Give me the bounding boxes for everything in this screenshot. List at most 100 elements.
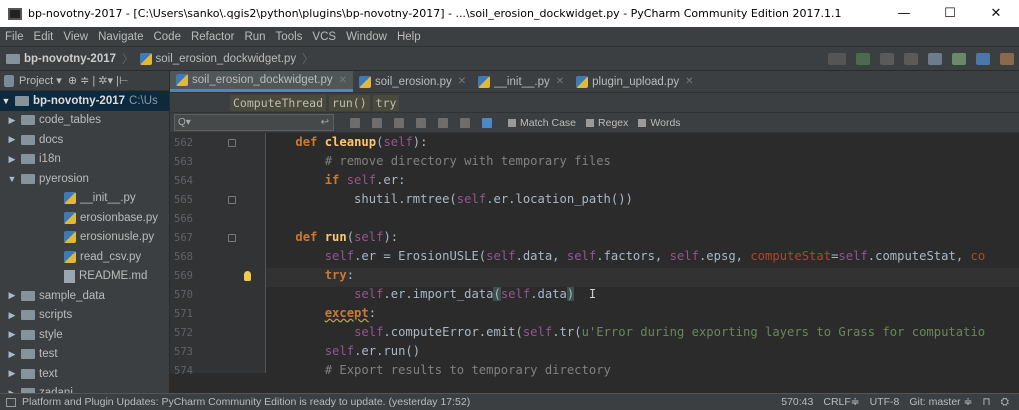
tree-item[interactable]: __init__.py	[0, 189, 169, 209]
tree-item[interactable]: ▶ style	[0, 325, 169, 345]
line-separator[interactable]: CRLF≑	[823, 396, 859, 408]
expanded-arrow-icon[interactable]: ▼	[6, 174, 18, 184]
words-checkbox[interactable]	[638, 118, 647, 127]
tree-item[interactable]: erosionbase.py	[0, 208, 169, 228]
previous-occurrence-icon[interactable]	[350, 117, 360, 128]
collapsed-arrow-icon[interactable]: ▶	[6, 368, 18, 379]
collapsed-arrow-icon[interactable]: ▶	[6, 154, 18, 165]
menu-window[interactable]: Window	[341, 31, 392, 43]
match-case-checkbox[interactable]	[508, 118, 516, 127]
collapsed-arrow-icon[interactable]: ▶	[6, 329, 18, 340]
close-tab-icon[interactable]: ✕	[339, 75, 347, 86]
tree-item[interactable]: README.md	[0, 267, 169, 287]
folder-icon	[21, 368, 35, 379]
code-editor[interactable]: 562 563 564 565 566 567 568 569 570 571 572 573 574 …	[170, 133, 1019, 377]
collapsed-arrow-icon[interactable]: ▶	[6, 134, 18, 145]
tree-item[interactable]: ▼ pyerosion	[0, 169, 169, 189]
status-message[interactable]: Platform and Plugin Updates: PyCharm Com…	[22, 396, 470, 408]
fold-icon[interactable]	[228, 139, 236, 147]
file-encoding[interactable]: UTF-8	[870, 396, 900, 408]
menu-refactor[interactable]: Refactor	[186, 31, 239, 43]
inspector-icon[interactable]: ⛭	[1001, 396, 1009, 409]
vcs-update-icon[interactable]	[928, 52, 942, 65]
breadcrumb-method[interactable]: run()	[329, 94, 370, 111]
nav-project[interactable]: bp-novotny-2017	[24, 53, 116, 65]
search-input[interactable]: Q▾ ↩	[174, 114, 334, 131]
menu-run[interactable]: Run	[239, 31, 270, 43]
select-all-icon[interactable]	[460, 117, 470, 128]
git-branch[interactable]: Git: master ≑	[909, 396, 972, 408]
tree-item[interactable]: ▶ test	[0, 345, 169, 365]
tree-root[interactable]: ▼ bp-novotny-2017 C:\Us	[0, 91, 169, 111]
tab-plugin-upload[interactable]: plugin_upload.py ✕	[570, 71, 699, 92]
tree-item[interactable]: ▶ docs	[0, 130, 169, 150]
editor-area: soil_erosion_dockwidget.py ✕ soil_erosio…	[170, 71, 1019, 393]
maximize-button[interactable]: ☐	[927, 0, 973, 27]
breadcrumb-block[interactable]: try	[372, 94, 400, 111]
tree-item[interactable]: ▶ sample_data	[0, 286, 169, 306]
close-button[interactable]: ✕	[973, 0, 1019, 27]
caret-position[interactable]: 570:43	[781, 396, 813, 408]
tab-label: plugin_upload.py	[592, 75, 680, 88]
tree-item[interactable]: ▶ scripts	[0, 306, 169, 326]
tree-item[interactable]: ▶ code_tables	[0, 111, 169, 131]
tree-item[interactable]: read_csv.py	[0, 247, 169, 267]
python-file-icon	[576, 75, 589, 88]
tree-item[interactable]: ▶zadani	[0, 384, 169, 393]
markdown-file-icon	[64, 269, 75, 283]
menu-file[interactable]: File	[0, 31, 29, 43]
run-config-dropdown-icon[interactable]	[828, 52, 846, 65]
regex-checkbox[interactable]	[586, 118, 595, 127]
close-tab-icon[interactable]: ✕	[458, 76, 466, 87]
tree-item[interactable]: ▶ text	[0, 364, 169, 384]
fold-icon[interactable]	[228, 196, 236, 204]
intention-bulb-icon[interactable]	[244, 271, 251, 281]
tree-item-label: test	[39, 348, 58, 361]
menu-navigate[interactable]: Navigate	[93, 31, 148, 43]
line-number: 569	[174, 270, 193, 282]
run-icon[interactable]	[856, 52, 870, 65]
tab-init[interactable]: __init__.py ✕	[472, 71, 570, 92]
breadcrumb-class[interactable]: ComputeThread	[230, 94, 327, 111]
collapsed-arrow-icon[interactable]: ▶	[6, 349, 18, 360]
lock-icon[interactable]: ⊓	[982, 396, 990, 408]
close-tab-icon[interactable]: ✕	[685, 76, 693, 87]
minimize-button[interactable]: —	[881, 0, 927, 27]
add-selection-icon[interactable]	[416, 117, 426, 128]
title-bar: bp-novotny-2017 - [C:\Users\sanko\.qgis2…	[0, 0, 1019, 27]
code-line: self.er.import_data(self.data) I	[354, 287, 597, 301]
collapsed-arrow-icon[interactable]: ▶	[6, 290, 18, 301]
next-occurrence-icon[interactable]	[372, 117, 382, 128]
menu-help[interactable]: Help	[392, 31, 426, 43]
tree-item[interactable]: ▶ i18n	[0, 150, 169, 170]
vcs-commit-icon[interactable]	[952, 52, 966, 65]
nav-file[interactable]: soil_erosion_dockwidget.py	[156, 53, 297, 65]
tree-item[interactable]: erosionusle.py	[0, 228, 169, 248]
debug-icon[interactable]	[880, 52, 894, 65]
filter-icon[interactable]	[482, 117, 492, 128]
tab-soil-erosion-dockwidget[interactable]: soil_erosion_dockwidget.py ✕	[170, 71, 354, 92]
code-line: shutil.rmtree(self.er.location_path())	[266, 192, 633, 206]
menu-code[interactable]: Code	[148, 31, 186, 43]
fold-icon[interactable]	[228, 234, 236, 242]
collapsed-arrow-icon[interactable]: ▶	[6, 115, 18, 126]
stop-icon[interactable]	[904, 52, 918, 65]
remove-selection-icon[interactable]	[438, 117, 448, 128]
history-icon[interactable]: ↩	[321, 117, 329, 128]
collapsed-arrow-icon[interactable]: ▶	[6, 310, 18, 321]
menu-vcs[interactable]: VCS	[307, 31, 341, 43]
close-tab-icon[interactable]: ✕	[556, 76, 564, 87]
tree-item-label: pyerosion	[39, 172, 89, 185]
find-all-icon[interactable]	[394, 117, 404, 128]
tool-windows-icon[interactable]	[6, 397, 16, 407]
revert-icon[interactable]	[1000, 52, 1014, 65]
line-number: 573	[174, 346, 193, 358]
vcs-history-icon[interactable]	[976, 52, 990, 65]
project-view-selector[interactable]: Project ▾	[19, 74, 62, 87]
menu-edit[interactable]: Edit	[29, 31, 59, 43]
project-panel-header: Project ▾ ⊕ ≑ | ✲▾ |⊢	[0, 71, 169, 91]
menu-tools[interactable]: Tools	[271, 31, 308, 43]
tab-soil-erosion[interactable]: soil_erosion.py ✕	[353, 71, 472, 92]
menu-view[interactable]: View	[58, 31, 93, 43]
